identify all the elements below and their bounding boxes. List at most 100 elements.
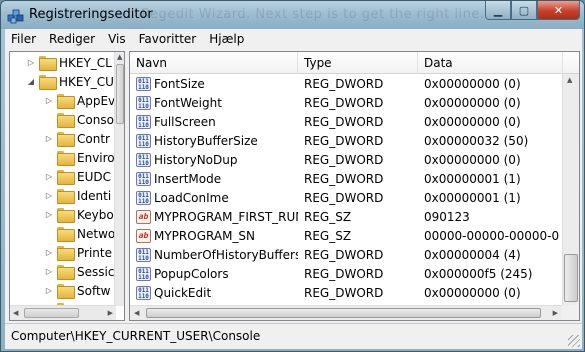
- title-bar[interactable]: Registreringseditor Regedit Wizard. Next…: [1, 1, 584, 29]
- menu-favorites[interactable]: Favoritter: [139, 32, 197, 46]
- values-list[interactable]: Navn Type Data 011 110 FontSize REG_DWORD 0x…: [129, 51, 580, 321]
- folder-icon: [57, 170, 75, 185]
- scroll-up-arrow-icon[interactable]: ▲: [567, 76, 572, 84]
- string-value-icon: ab: [136, 229, 151, 243]
- collapsed-arrow-icon[interactable]: ▷: [26, 58, 36, 68]
- binary-value-icon: 011 110: [136, 248, 151, 262]
- column-header-type[interactable]: Type: [298, 52, 418, 74]
- menu-edit[interactable]: Rediger: [49, 32, 95, 46]
- tree-item[interactable]: ◢ HKEY_CU: [26, 72, 114, 91]
- collapsed-arrow-icon[interactable]: ▷: [44, 210, 54, 220]
- table-row[interactable]: 011 110 FontWeight REG_DWORD 0x00000000 (0): [130, 94, 560, 113]
- maximize-button[interactable]: ▢: [511, 1, 537, 20]
- collapsed-arrow-icon[interactable]: ▷: [44, 96, 54, 106]
- scroll-right-arrow-icon[interactable]: ▶: [108, 309, 113, 317]
- value-type: REG_DWORD: [304, 77, 384, 91]
- table-row[interactable]: 011 110 PopupColors REG_DWORD 0x000000f5 (24…: [130, 265, 560, 284]
- tree-vertical-scrollbar[interactable]: ▲: [114, 52, 124, 306]
- value-type: REG_DWORD: [304, 191, 384, 205]
- value-data: 00000-00000-00000-00000: [424, 229, 560, 243]
- collapsed-arrow-icon[interactable]: ▷: [44, 172, 54, 182]
- menu-view[interactable]: Vis: [108, 32, 126, 46]
- table-row[interactable]: ab MYPROGRAM_FIRST_RUN REG_SZ 090123: [130, 208, 560, 227]
- tree-item[interactable]: ▷ EUDC: [44, 167, 111, 186]
- tree-item-label: Netwo: [77, 226, 116, 241]
- close-button[interactable]: ✕: [537, 1, 580, 20]
- value-type: REG_DWORD: [304, 153, 384, 167]
- table-row[interactable]: 011 110 HistoryBufferSize REG_DWORD 0x000000…: [130, 132, 560, 151]
- binary-value-icon: 011 110: [136, 286, 151, 300]
- collapsed-arrow-icon[interactable]: ▷: [44, 134, 54, 144]
- registry-tree[interactable]: ▷ HKEY_CL ◢ HKEY_CU ▷ AppEv Conso ▷ Contr Enviro ▷…: [9, 51, 125, 321]
- value-data: 0x00000001 (1): [424, 191, 521, 205]
- list-horizontal-scrollbar[interactable]: ◀ ▶: [130, 305, 562, 320]
- tree-item[interactable]: ▷ HKEY_CL: [26, 53, 112, 72]
- collapsed-arrow-icon[interactable]: ▷: [44, 191, 54, 201]
- column-header-data[interactable]: Data: [418, 52, 563, 74]
- scroll-right-arrow-icon[interactable]: ▶: [553, 309, 558, 317]
- table-row[interactable]: 011 110 InsertMode REG_DWORD 0x00000001 (1): [130, 170, 560, 189]
- table-row[interactable]: 011 110 NumberOfHistoryBuffers REG_DWORD 0x0…: [130, 246, 560, 265]
- list-vertical-scroll-thumb[interactable]: [564, 254, 578, 302]
- column-header-name[interactable]: Navn: [130, 52, 298, 74]
- list-horizontal-scroll-thumb[interactable]: [146, 308, 541, 318]
- value-name: HistoryNoDup: [154, 153, 238, 167]
- status-path: Computer\HKEY_CURRENT_USER\Console: [11, 329, 261, 343]
- value-name: FullScreen: [154, 115, 216, 129]
- value-type: REG_DWORD: [304, 248, 384, 262]
- resize-grip-icon[interactable]: [568, 335, 580, 347]
- table-row[interactable]: 011 110 FullScreen REG_DWORD 0x00000000 (0): [130, 113, 560, 132]
- collapsed-arrow-icon[interactable]: ▷: [44, 267, 54, 277]
- scroll-up-arrow-icon[interactable]: ▲: [117, 53, 122, 61]
- tree-item-label: Sessic: [77, 264, 115, 279]
- menu-file[interactable]: Filer: [11, 32, 36, 46]
- folder-icon: [57, 208, 75, 223]
- folder-icon: [57, 284, 75, 299]
- table-row[interactable]: 011 110 QuickEdit REG_DWORD 0x00000000 (0): [130, 284, 560, 303]
- list-header: Navn Type Data: [130, 52, 579, 74]
- tree-item[interactable]: ▷ Keybo: [44, 205, 114, 224]
- scroll-left-arrow-icon[interactable]: ◀: [134, 309, 139, 317]
- tree-horizontal-scroll-thumb[interactable]: [24, 308, 79, 318]
- table-row[interactable]: 011 110 FontSize REG_DWORD 0x00000000 (0): [130, 75, 560, 94]
- tree-item[interactable]: ▷ Printe: [44, 243, 112, 262]
- table-row[interactable]: 011 110 LoadConIme REG_DWORD 0x00000001 (1): [130, 189, 560, 208]
- list-vertical-scrollbar[interactable]: ▲: [562, 74, 579, 306]
- tree-vertical-scroll-thumb[interactable]: [116, 64, 124, 124]
- window-title: Registreringseditor: [29, 7, 153, 22]
- binary-value-icon: 011 110: [136, 134, 151, 148]
- folder-icon: [57, 113, 75, 128]
- collapsed-arrow-icon[interactable]: ▷: [44, 286, 54, 296]
- scroll-left-arrow-icon[interactable]: ◀: [13, 309, 18, 317]
- tree-item[interactable]: ▷ Contr: [44, 129, 110, 148]
- value-name: FontSize: [154, 77, 205, 91]
- scrollbar-corner: [562, 305, 579, 320]
- tree-item[interactable]: ▷ Sessic: [44, 262, 114, 281]
- tree-item[interactable]: ▷ Identi: [44, 186, 111, 205]
- menu-help[interactable]: Hjælp: [209, 32, 244, 46]
- expanded-arrow-icon[interactable]: ◢: [26, 77, 36, 87]
- value-type: REG_DWORD: [304, 172, 384, 186]
- tree-item[interactable]: Enviro: [44, 148, 115, 167]
- table-row[interactable]: abMYPROGRAM_SN REG_SZ 00000-00000-00000-00…: [130, 227, 560, 246]
- value-data: 0x00000001 (1): [424, 172, 521, 186]
- folder-icon: [57, 227, 75, 242]
- folder-icon: [57, 265, 75, 280]
- minimize-button[interactable]: ▁: [485, 1, 511, 20]
- table-row[interactable]: 011 110 HistoryNoDup REG_DWORD 0x00000000 (0…: [130, 151, 560, 170]
- value-data: 0x00000032 (50): [424, 134, 529, 148]
- tree-horizontal-scrollbar[interactable]: ◀ ▶: [10, 305, 116, 320]
- collapsed-arrow-icon[interactable]: ▷: [44, 248, 54, 258]
- value-type: REG_SZ: [304, 229, 352, 243]
- value-name: PopupColors: [154, 267, 229, 281]
- value-data: 0x00000000 (0): [424, 96, 521, 110]
- tree-item[interactable]: ▷ AppEv: [44, 91, 115, 110]
- registry-editor-icon: [7, 9, 24, 24]
- binary-value-icon: 011 110: [136, 267, 151, 281]
- tree-item[interactable]: Conso: [44, 110, 114, 129]
- tree-item[interactable]: ▷ Softw: [44, 281, 111, 300]
- value-name: NumberOfHistoryBuffers: [154, 248, 298, 262]
- folder-icon: [57, 246, 75, 261]
- registry-editor-window: Registreringseditor Regedit Wizard. Next…: [0, 0, 585, 352]
- tree-item[interactable]: Netwo: [44, 224, 115, 243]
